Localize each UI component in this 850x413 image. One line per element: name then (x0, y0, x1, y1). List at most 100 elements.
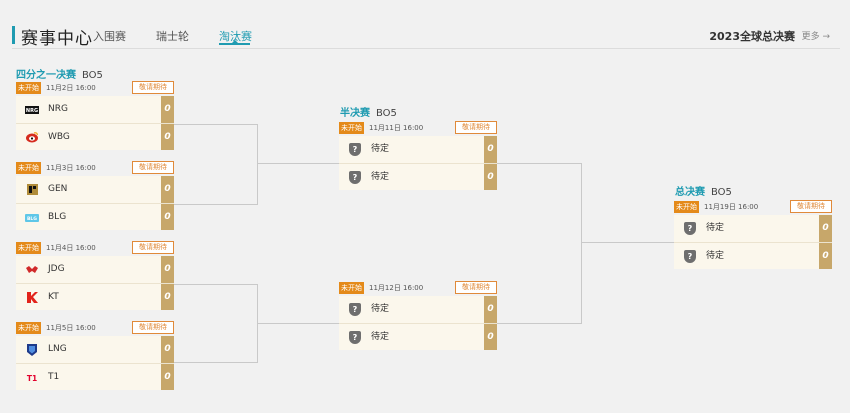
bracket-connector (174, 362, 258, 363)
stage-title-final: 总决赛 BO5 (675, 183, 732, 198)
team-score: 0 (819, 215, 832, 242)
bracket-connector (581, 163, 582, 324)
team-name: GEN (48, 184, 68, 194)
team-row[interactable]: ? 待定 0 (339, 163, 497, 190)
team-name: 待定 (706, 223, 725, 233)
team-row[interactable]: ? 待定 0 (674, 215, 832, 242)
team-score: 0 (484, 164, 497, 190)
stage-format: BO5 (82, 70, 103, 81)
match-meta: 未开始 11月2日 16:00 敬请期待 (16, 81, 174, 96)
team-row[interactable]: NRG NRG 0 (16, 96, 174, 123)
season-title: 2023全球总决赛 (709, 30, 795, 43)
lng-logo (25, 343, 39, 356)
team-name: WBG (48, 132, 70, 142)
bracket-connector (257, 323, 339, 324)
bracket-connector (581, 242, 674, 243)
status-badge: 未开始 (16, 322, 41, 334)
svg-text:NRG: NRG (26, 108, 38, 114)
team-row[interactable]: KT 0 (16, 283, 174, 310)
team-row[interactable]: ? 待定 0 (339, 296, 497, 323)
nrg-logo: NRG (25, 103, 39, 116)
tbd-shield-icon: ? (683, 222, 697, 235)
coming-soon-button[interactable]: 敬请期待 (455, 281, 497, 294)
wbg-logo (25, 131, 39, 144)
team-name: 待定 (371, 144, 390, 154)
team-score: 0 (161, 124, 174, 150)
t1-logo: T1 (25, 371, 39, 384)
bracket-connector (497, 163, 582, 164)
coming-soon-button[interactable]: 敬请期待 (132, 81, 174, 94)
team-row[interactable]: ? 待定 0 (674, 242, 832, 269)
status-badge: 未开始 (339, 122, 364, 134)
team-score: 0 (484, 136, 497, 163)
page-header: 赛事中心 入围赛 瑞士轮 淘汰赛 2023全球总决赛 更多 → (0, 0, 850, 58)
coming-soon-button[interactable]: 敬请期待 (132, 161, 174, 174)
tab-swiss[interactable]: 瑞士轮 (156, 28, 189, 44)
team-score: 0 (161, 256, 174, 283)
team-name: LNG (48, 344, 67, 354)
status-badge: 未开始 (674, 201, 699, 213)
svg-text:BLG: BLG (27, 216, 37, 222)
title-accent-bar (12, 26, 15, 44)
team-row[interactable]: JDG 0 (16, 256, 174, 283)
team-score: 0 (161, 336, 174, 363)
team-row[interactable]: ? 待定 0 (339, 323, 497, 350)
match-meta: 未开始 11月4日 16:00 敬请期待 (16, 241, 174, 256)
tbd-shield-icon: ? (683, 250, 697, 263)
match-card: 未开始 11月12日 16:00 敬请期待? 待定 0? 待定 0 (339, 281, 497, 350)
coming-soon-button[interactable]: 敬请期待 (132, 321, 174, 334)
tab-play-in[interactable]: 入围赛 (93, 28, 126, 44)
team-row[interactable]: WBG 0 (16, 123, 174, 150)
team-row[interactable]: T1 T1 0 (16, 363, 174, 390)
team-name: 待定 (371, 172, 390, 182)
team-name: JDG (48, 264, 65, 274)
team-score: 0 (484, 296, 497, 323)
svg-text:T1: T1 (27, 374, 37, 382)
bracket-connector (174, 204, 258, 205)
team-score: 0 (161, 96, 174, 123)
match-card: 未开始 11月11日 16:00 敬请期待? 待定 0? 待定 0 (339, 121, 497, 190)
coming-soon-button[interactable]: 敬请期待 (790, 200, 832, 213)
tbd-shield-icon: ? (348, 331, 362, 344)
team-score: 0 (161, 204, 174, 230)
stage-title-quarterfinal: 四分之一决赛 BO5 (16, 66, 103, 81)
team-row[interactable]: GEN 0 (16, 176, 174, 203)
team-row[interactable]: LNG 0 (16, 336, 174, 363)
tbd-shield-icon: ? (348, 143, 362, 156)
match-meta: 未开始 11月11日 16:00 敬请期待 (339, 121, 497, 136)
coming-soon-button[interactable]: 敬请期待 (132, 241, 174, 254)
stage-format: BO5 (376, 108, 397, 119)
team-name: NRG (48, 104, 68, 114)
more-link[interactable]: 更多 → (802, 29, 830, 42)
team-row[interactable]: ? 待定 0 (339, 136, 497, 163)
team-score: 0 (819, 243, 832, 269)
active-tab-indicator (219, 40, 250, 45)
team-score: 0 (161, 176, 174, 203)
coming-soon-button[interactable]: 敬请期待 (455, 121, 497, 134)
page-title: 赛事中心 (21, 29, 93, 49)
bracket-connector (174, 124, 258, 125)
match-date: 11月19日 16:00 (704, 203, 759, 211)
match-card: 未开始 11月5日 16:00 敬请期待 LNG 0 T1 T1 0 (16, 321, 174, 390)
bracket-connector (497, 323, 582, 324)
match-card: 未开始 11月19日 16:00 敬请期待? 待定 0? 待定 0 (674, 200, 832, 269)
kt-logo (25, 291, 39, 304)
team-score: 0 (161, 364, 174, 390)
jdg-logo (25, 263, 39, 276)
match-date: 11月11日 16:00 (369, 124, 424, 132)
bracket-connector (257, 124, 258, 205)
match-date: 11月5日 16:00 (46, 324, 96, 332)
team-name: T1 (48, 372, 60, 382)
match-meta: 未开始 11月5日 16:00 敬请期待 (16, 321, 174, 336)
team-name: KT (48, 292, 59, 302)
team-score: 0 (161, 284, 174, 310)
stage-title-semifinal: 半决赛 BO5 (340, 104, 397, 119)
header-divider (12, 48, 840, 49)
team-row[interactable]: BLG BLG 0 (16, 203, 174, 230)
bracket-connector (257, 163, 339, 164)
stage-name: 总决赛 (675, 187, 705, 198)
match-date: 11月2日 16:00 (46, 84, 96, 92)
status-badge: 未开始 (16, 242, 41, 254)
tbd-shield-icon: ? (348, 171, 362, 184)
match-date: 11月4日 16:00 (46, 244, 96, 252)
